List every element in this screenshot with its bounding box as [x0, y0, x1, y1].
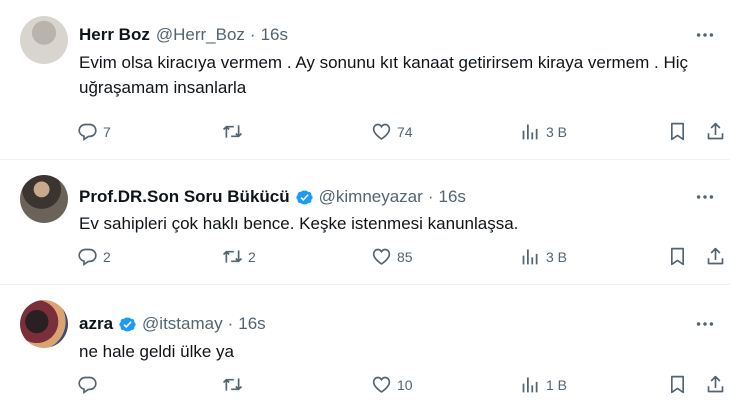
handle[interactable]: @Herr_Boz: [156, 25, 245, 45]
tweet-divider: [0, 284, 730, 285]
tweet-text: Evim olsa kiracıya vermem . Ay sonunu kı…: [79, 53, 689, 97]
reply-button[interactable]: 7: [77, 121, 111, 142]
handle[interactable]: @itstamay: [142, 314, 223, 334]
more-icon[interactable]: [694, 186, 716, 208]
views-button[interactable]: 3 B: [520, 246, 567, 267]
like-count: 74: [397, 123, 413, 140]
share-icon: [707, 122, 724, 140]
views-button[interactable]: 1 B: [520, 374, 567, 395]
tweet[interactable]: Prof.DR.Son Soru Bükücü @kimneyazar · 16…: [0, 159, 730, 284]
share-button[interactable]: [705, 246, 726, 267]
bookmark-button[interactable]: [667, 374, 688, 395]
retweet-button[interactable]: [222, 374, 248, 395]
like-icon: [372, 248, 391, 265]
tweet-text: ne hale geldi ülke ya: [79, 342, 235, 361]
like-count: 85: [397, 248, 413, 265]
more-icon[interactable]: [694, 24, 716, 46]
views-icon: [522, 377, 538, 393]
reply-icon: [78, 376, 97, 394]
views-button[interactable]: 3 B: [520, 121, 567, 142]
reply-count: 7: [103, 123, 111, 140]
like-icon: [372, 376, 391, 393]
like-count: 10: [397, 376, 413, 393]
separator: ·: [427, 187, 434, 206]
retweet-button[interactable]: [222, 121, 248, 142]
reply-button[interactable]: [77, 374, 103, 395]
tweet[interactable]: azra @itstamay · 16s ne hale geldi ülke …: [0, 284, 730, 420]
retweet-icon: [222, 125, 243, 138]
share-button[interactable]: [705, 374, 726, 395]
retweet-count: 2: [248, 248, 256, 265]
avatar[interactable]: [20, 300, 68, 348]
display-name[interactable]: azra: [79, 314, 113, 334]
views-icon: [522, 249, 538, 265]
bookmark-button[interactable]: [667, 246, 688, 267]
action-bar: 10 1 B: [77, 374, 727, 396]
reply-count: 2: [103, 248, 111, 265]
action-bar: 7 74 3 B: [77, 121, 727, 143]
retweet-icon: [222, 250, 243, 263]
tweet-header: azra @itstamay · 16s: [79, 314, 266, 334]
tweet-text: Ev sahipleri çok haklı bence. Keşke iste…: [79, 214, 519, 233]
display-name[interactable]: Herr Boz: [79, 25, 150, 45]
more-icon[interactable]: [694, 313, 716, 335]
views-icon: [522, 124, 538, 140]
separator: ·: [249, 25, 256, 44]
reply-icon: [78, 123, 97, 141]
bookmark-button[interactable]: [667, 121, 688, 142]
bookmark-icon: [670, 122, 685, 141]
like-icon: [372, 123, 391, 140]
avatar[interactable]: [20, 175, 68, 223]
tweet-divider: [0, 159, 730, 160]
reply-button[interactable]: 2: [77, 246, 111, 267]
bookmark-icon: [670, 247, 685, 266]
retweet-button[interactable]: 2: [222, 246, 256, 267]
tweet[interactable]: Herr Boz @Herr_Boz · 16s Evim olsa kirac…: [0, 0, 730, 159]
views-count: 3 B: [546, 123, 568, 140]
separator: ·: [227, 314, 234, 333]
share-button[interactable]: [705, 121, 726, 142]
views-count: 1 B: [546, 376, 568, 393]
share-icon: [707, 247, 724, 265]
timestamp[interactable]: 16s: [438, 187, 465, 207]
display-name[interactable]: Prof.DR.Son Soru Bükücü: [79, 187, 290, 207]
like-button[interactable]: 85: [371, 246, 413, 267]
retweet-icon: [222, 378, 243, 391]
action-bar: 2 2 85 3 B: [77, 246, 727, 268]
timestamp[interactable]: 16s: [238, 314, 265, 334]
tweet-header: Herr Boz @Herr_Boz · 16s: [79, 25, 288, 45]
handle[interactable]: @kimneyazar: [319, 187, 423, 207]
verified-badge-icon: [296, 190, 313, 204]
views-count: 3 B: [546, 248, 568, 265]
verified-badge-icon: [119, 317, 136, 331]
tweet-header: Prof.DR.Son Soru Bükücü @kimneyazar · 16…: [79, 187, 466, 207]
bookmark-icon: [670, 375, 685, 394]
avatar[interactable]: [20, 16, 68, 64]
like-button[interactable]: 74: [371, 121, 413, 142]
timestamp[interactable]: 16s: [261, 25, 288, 45]
reply-icon: [78, 248, 97, 266]
share-icon: [707, 375, 724, 393]
like-button[interactable]: 10: [371, 374, 413, 395]
